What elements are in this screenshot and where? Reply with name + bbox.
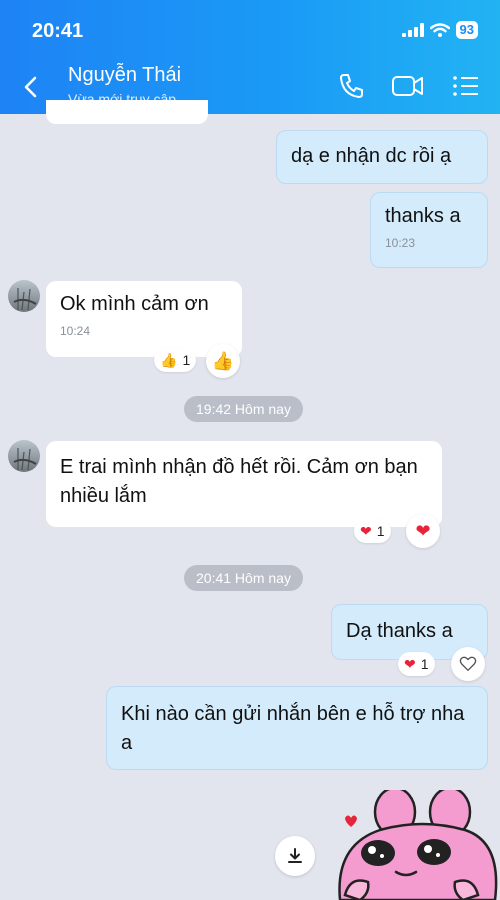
video-call-icon[interactable]: [391, 72, 425, 100]
thumbs-up-icon: 👍: [211, 350, 235, 371]
pink-bunny-sticker[interactable]: [330, 790, 500, 900]
reaction-count[interactable]: ❤ 1: [354, 519, 391, 543]
thumbs-up-icon: 👍: [160, 351, 178, 368]
heart-icon: ❤: [415, 520, 431, 541]
divider-text: 20:41 Hôm nay: [196, 570, 291, 586]
signal-icon: [401, 23, 424, 37]
avatar[interactable]: [8, 440, 40, 472]
heart-outline-icon: [459, 656, 477, 671]
time-divider: 20:41 Hôm nay: [184, 565, 303, 591]
react-button[interactable]: [451, 647, 485, 681]
message-time: 10:23: [385, 236, 416, 250]
message-text: E trai mình nhận đồ hết rồi. Cảm ơn bạn …: [60, 456, 418, 507]
status-time: 20:41: [32, 20, 84, 42]
reaction-count-value: 1: [376, 523, 385, 539]
menu-list-icon[interactable]: [452, 72, 480, 100]
message-time: 10:24: [60, 324, 91, 338]
react-button[interactable]: ❤: [406, 514, 440, 548]
heart-icon: ❤: [404, 655, 416, 672]
message-bubble[interactable]: thanks a 10:23: [370, 192, 488, 268]
reaction-count[interactable]: ❤ 1: [398, 652, 435, 676]
download-icon: [288, 848, 302, 863]
chat-header: 20:41 93 Nguyễn Thái Vừa mới truy cập: [0, 0, 500, 114]
divider-text: 19:42 Hôm nay: [196, 401, 291, 417]
message-bubble[interactable]: Ok mình cảm ơn 10:24: [46, 281, 242, 357]
message-bubble[interactable]: Khi nào cần gửi nhắn bên e hỗ trợ nha a: [106, 686, 488, 770]
status-indicators: 93: [401, 21, 478, 39]
clipped-message-bubble: [46, 100, 208, 124]
message-text: dạ e nhận dc rồi ạ: [291, 145, 452, 167]
phone-icon[interactable]: [338, 72, 366, 100]
wifi-icon: [429, 23, 450, 37]
react-button[interactable]: 👍: [206, 344, 240, 378]
message-text: Khi nào cần gửi nhắn bên e hỗ trợ nha a: [121, 703, 465, 754]
contact-name[interactable]: Nguyễn Thái: [68, 64, 181, 87]
message-text: Ok mình cảm ơn: [60, 293, 209, 315]
avatar[interactable]: [8, 280, 40, 312]
message-text: thanks a: [385, 205, 461, 227]
avatar-image: [13, 448, 37, 471]
back-icon[interactable]: [18, 74, 44, 100]
message-bubble[interactable]: E trai mình nhận đồ hết rồi. Cảm ơn bạn …: [46, 441, 442, 527]
message-bubble[interactable]: dạ e nhận dc rồi ạ: [276, 130, 488, 184]
avatar-image: [13, 288, 37, 311]
heart-icon: ❤: [360, 522, 372, 539]
reaction-count-value: 1: [182, 352, 191, 368]
time-divider: 19:42 Hôm nay: [184, 396, 303, 422]
scroll-down-button[interactable]: [275, 836, 315, 876]
battery-indicator: 93: [455, 21, 478, 39]
message-text: Dạ thanks a: [346, 620, 453, 642]
reaction-count-value: 1: [420, 656, 429, 672]
reaction-count[interactable]: 👍 1: [154, 348, 197, 372]
